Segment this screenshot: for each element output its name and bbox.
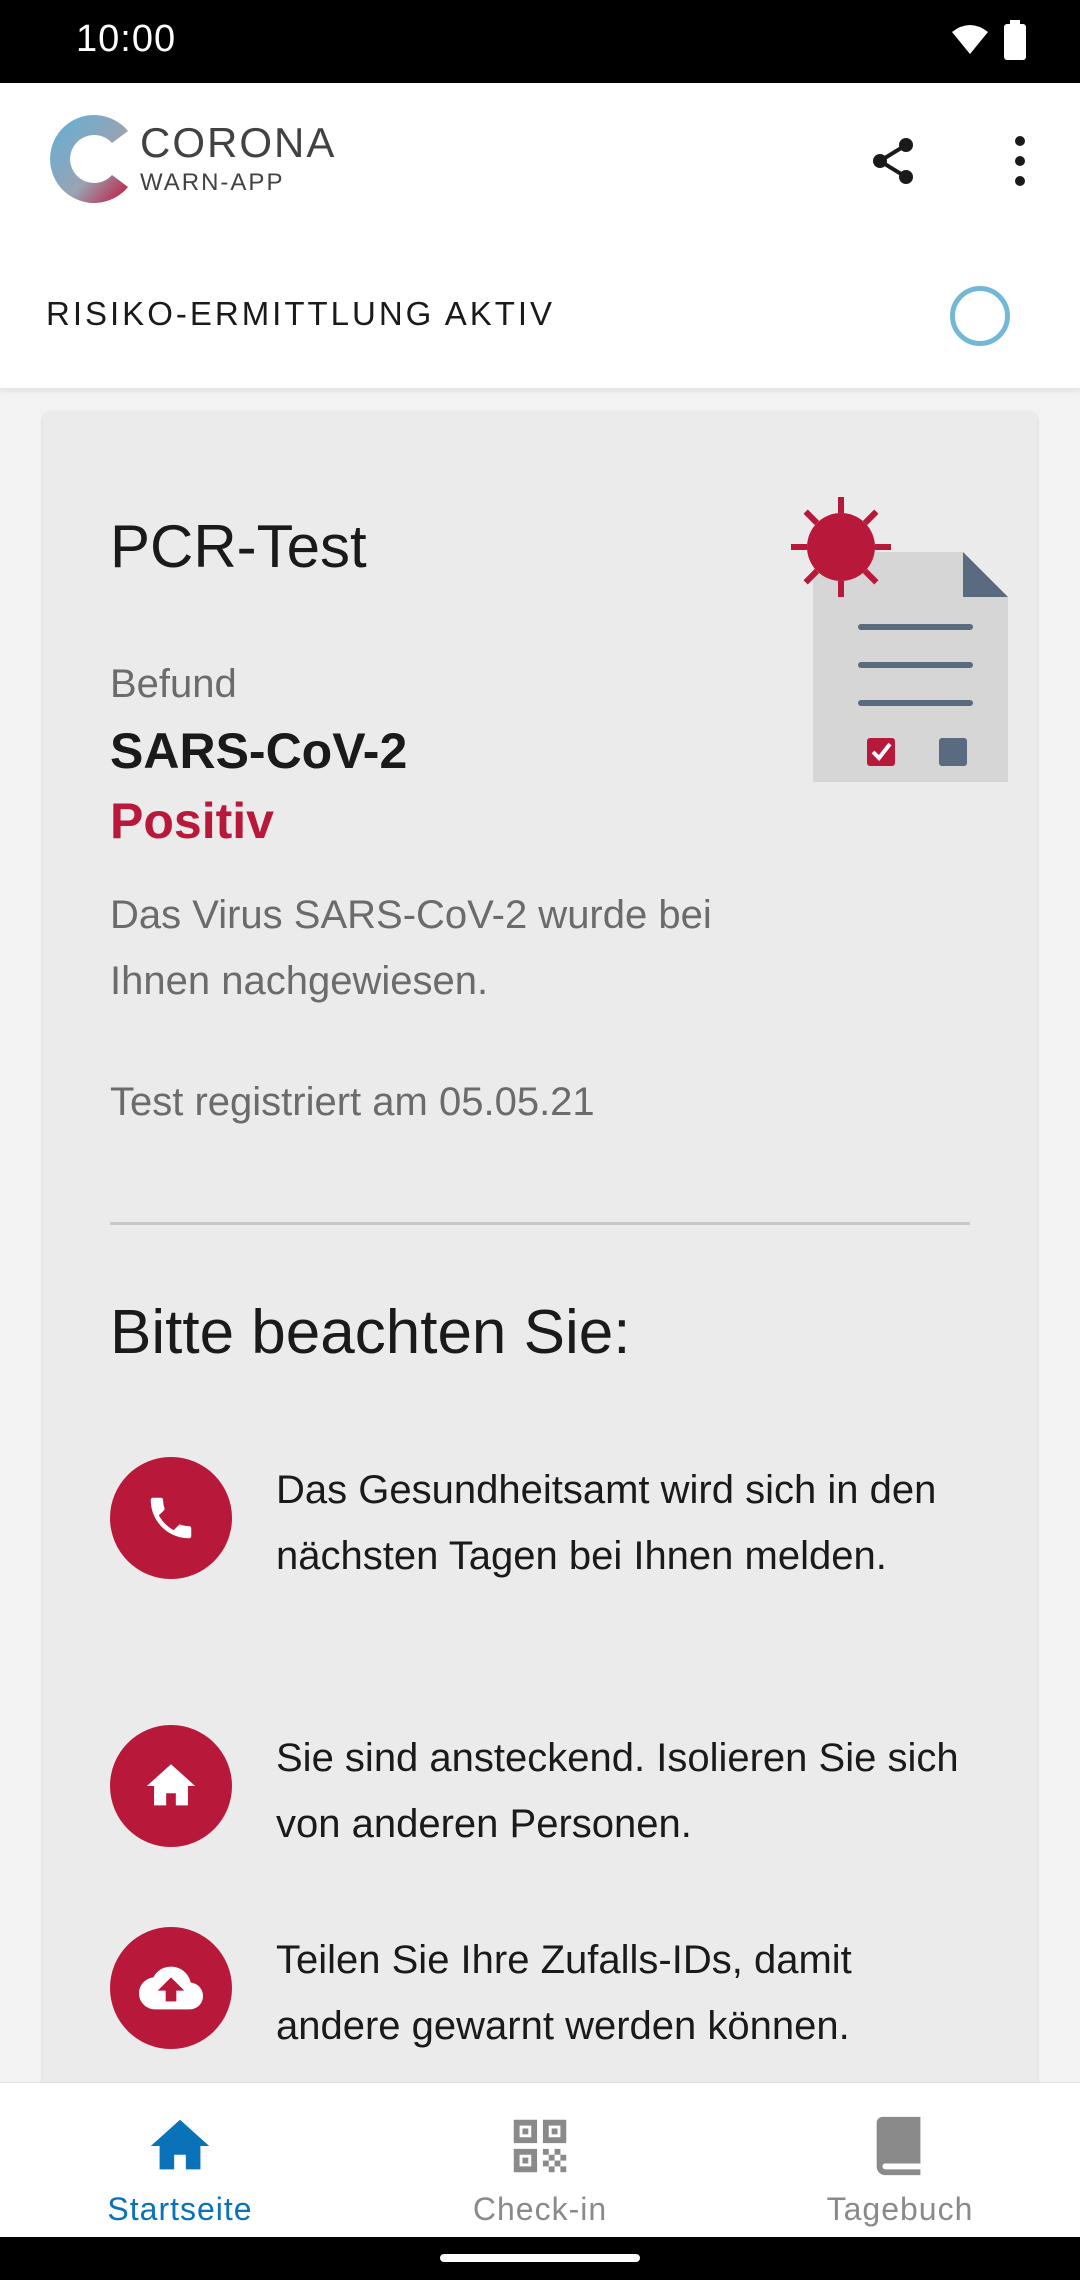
test-result-status: Positiv (110, 793, 274, 849)
status-icons (950, 20, 1026, 60)
screen: 10:00 CORONA WARN-APP RISIKO-ERMITTLUNG … (0, 0, 1080, 2280)
notice-icon-circle (110, 1457, 232, 1579)
qr-code-icon (513, 2119, 567, 2173)
positive-test-document-icon (791, 497, 1008, 782)
nav-item-startseite[interactable]: Startseite (0, 2099, 360, 2229)
notice-icon-circle (110, 1927, 232, 2049)
bottom-navigation: Startseite Check-in Tagebuch (0, 2082, 1080, 2237)
status-time: 10:00 (76, 18, 177, 60)
home-icon (150, 2119, 210, 2170)
registration-date: Test registriert am 05.05.21 (110, 1080, 595, 1124)
card-title: PCR-Test (110, 513, 367, 580)
system-navigation-bar (0, 2237, 1080, 2280)
notice-text: Das Gesundheitsamt wird sich in den näch… (276, 1468, 937, 1578)
status-bar: 10:00 (0, 0, 1080, 83)
nav-item-tagebuch[interactable]: Tagebuch (720, 2099, 1080, 2229)
risk-status-label: RISIKO-ERMITTLUNG AKTIV (46, 295, 556, 332)
cloud-upload-icon (139, 1966, 203, 2010)
home-icon (146, 1764, 196, 1806)
logo-subtitle: WARN-APP (140, 169, 285, 196)
nav-label: Tagebuch (826, 2191, 974, 2227)
test-result-card[interactable]: PCR-Test Befund SARS-CoV-2 Positiv Das V… (43, 412, 1037, 2112)
notice-icon-circle (110, 1725, 232, 1847)
befund-label: Befund (110, 662, 237, 706)
virus-name: SARS-CoV-2 (110, 723, 408, 779)
app-bar: CORONA WARN-APP (0, 83, 1080, 255)
logo-title: CORONA (140, 119, 337, 166)
nav-item-check-in[interactable]: Check-in (360, 2099, 720, 2229)
notice-text: Sie sind ansteckend. Isolieren Sie sich … (276, 1736, 959, 1846)
risk-status-bar[interactable]: RISIKO-ERMITTLUNG AKTIV (0, 255, 1080, 390)
result-description: Das Virus SARS-CoV-2 wurde bei Ihnen nac… (110, 893, 712, 1003)
book-icon (876, 2116, 921, 2176)
app-logo-icon (50, 115, 128, 203)
wifi-icon (952, 25, 988, 54)
phone-icon (150, 1497, 192, 1539)
notice-text: Teilen Sie Ihre Zufalls-IDs, damit ander… (276, 1938, 852, 2048)
divider (110, 1222, 970, 1225)
more-options-icon[interactable] (1000, 133, 1040, 189)
progress-spinner-icon (950, 286, 1010, 346)
home-gesture-handle[interactable] (440, 2254, 640, 2262)
notice-heading: Bitte beachten Sie: (110, 1298, 631, 1367)
battery-icon (1004, 20, 1026, 60)
nav-label: Check-in (472, 2191, 608, 2227)
nav-label: Startseite (107, 2191, 253, 2227)
share-icon[interactable] (866, 133, 922, 189)
